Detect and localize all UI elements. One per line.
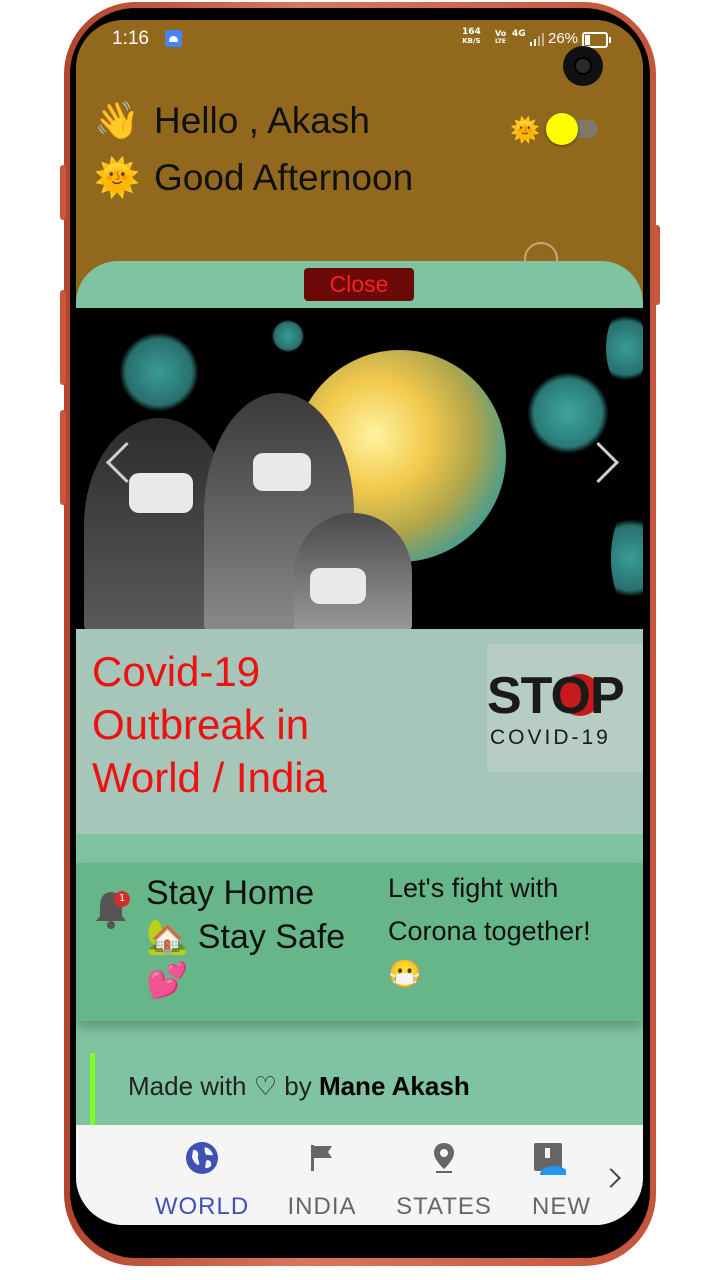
news-icon bbox=[534, 1143, 566, 1175]
nav-scroll-right-icon[interactable] bbox=[601, 1168, 621, 1188]
volte-bottom: LTE bbox=[495, 38, 507, 45]
volte-indicator: Vo LTE bbox=[495, 30, 506, 46]
outbreak-title: Covid-19 Outbreak in World / India bbox=[92, 648, 327, 801]
phone-side-button bbox=[60, 290, 66, 385]
virus-decoration bbox=[528, 373, 608, 453]
toggle-knob[interactable] bbox=[546, 113, 578, 145]
flag-icon bbox=[311, 1145, 332, 1171]
face-mask bbox=[129, 473, 193, 513]
footer-prefix: Made with ♡ by bbox=[128, 1071, 319, 1101]
time-greeting-text: Good Afternoon bbox=[154, 157, 414, 198]
sun-icon: 🌞 bbox=[94, 157, 141, 198]
stop-word: STOP bbox=[487, 667, 625, 725]
android-notification-icon bbox=[165, 30, 182, 47]
outbreak-title-card: Covid-19 Outbreak in World / India STOP … bbox=[76, 629, 643, 834]
greeting-line: 👋 Hello , Akash bbox=[94, 100, 370, 143]
fight-corona-message: Let's fight with Corona together! 😷 bbox=[388, 873, 591, 989]
waving-hand-icon: 👋 bbox=[94, 100, 141, 141]
phone-side-button bbox=[60, 410, 66, 505]
virus-decoration bbox=[120, 333, 198, 411]
phone-side-button bbox=[654, 225, 660, 305]
theme-sun-icon: 🌞 bbox=[510, 116, 540, 144]
nav-tab-india[interactable]: INDIA bbox=[264, 1125, 380, 1225]
nav-tab-news[interactable]: NEW bbox=[524, 1125, 604, 1225]
network-speed-unit: KB/S bbox=[462, 37, 481, 45]
face-mask bbox=[253, 453, 311, 491]
nav-label-news: NEW bbox=[532, 1193, 591, 1220]
time-greeting-line: 🌞 Good Afternoon bbox=[94, 157, 413, 200]
nav-tab-states[interactable]: STATES bbox=[386, 1125, 502, 1225]
stop-subtitle: COVID-19 bbox=[490, 726, 611, 749]
face-mask bbox=[310, 568, 366, 604]
phone-side-button bbox=[60, 165, 66, 220]
signal-icon bbox=[530, 33, 544, 46]
location-pin-icon bbox=[434, 1143, 454, 1173]
network-speed-value: 164 bbox=[462, 27, 481, 37]
image-carousel[interactable] bbox=[76, 308, 643, 629]
stay-home-message: Stay Home 🏡 Stay Safe 💕 bbox=[146, 874, 346, 1000]
virus-decoration bbox=[606, 308, 643, 388]
footer-credit: Made with ♡ by Mane Akash bbox=[128, 1071, 470, 1102]
app-screen: 1:16 164 KB/S Vo LTE 4G 26% 👋 Hello , Aka… bbox=[76, 20, 643, 1225]
covid-info-sheet: Close Covid-19 Outbreak in World / India… bbox=[76, 261, 643, 1225]
battery-percent: 26% bbox=[548, 30, 579, 47]
stop-covid-logo: STOP COVID-19 bbox=[487, 644, 643, 772]
virus-decoration bbox=[611, 508, 643, 608]
stay-safe-card: 1 Stay Home 🏡 Stay Safe 💕 Let's fight wi… bbox=[76, 863, 643, 1021]
front-camera bbox=[563, 46, 603, 86]
status-time: 1:16 bbox=[112, 28, 149, 49]
footer-accent-bar bbox=[90, 1053, 95, 1125]
close-button[interactable]: Close bbox=[304, 268, 414, 301]
virus-decoration bbox=[272, 320, 304, 352]
nav-label-india: INDIA bbox=[287, 1193, 357, 1220]
globe-icon bbox=[186, 1142, 218, 1174]
nav-label-world: WORLD bbox=[154, 1193, 250, 1220]
nav-tab-world[interactable]: WORLD bbox=[144, 1125, 260, 1225]
network-speed: 164 KB/S bbox=[462, 28, 481, 46]
notification-badge: 1 bbox=[114, 891, 130, 907]
bottom-navigation: WORLD INDIA STATES NEW bbox=[76, 1125, 643, 1225]
footer-author: Mane Akash bbox=[318, 1071, 470, 1101]
greeting-header: 1:16 164 KB/S Vo LTE 4G 26% 👋 Hello , Aka… bbox=[76, 20, 643, 280]
network-type: 4G bbox=[512, 29, 526, 39]
volte-top: Vo bbox=[495, 29, 507, 38]
nav-label-states: STATES bbox=[396, 1193, 492, 1220]
status-bar: 1:16 164 KB/S Vo LTE 4G 26% bbox=[76, 20, 643, 60]
greeting-text: Hello , Akash bbox=[154, 100, 370, 141]
